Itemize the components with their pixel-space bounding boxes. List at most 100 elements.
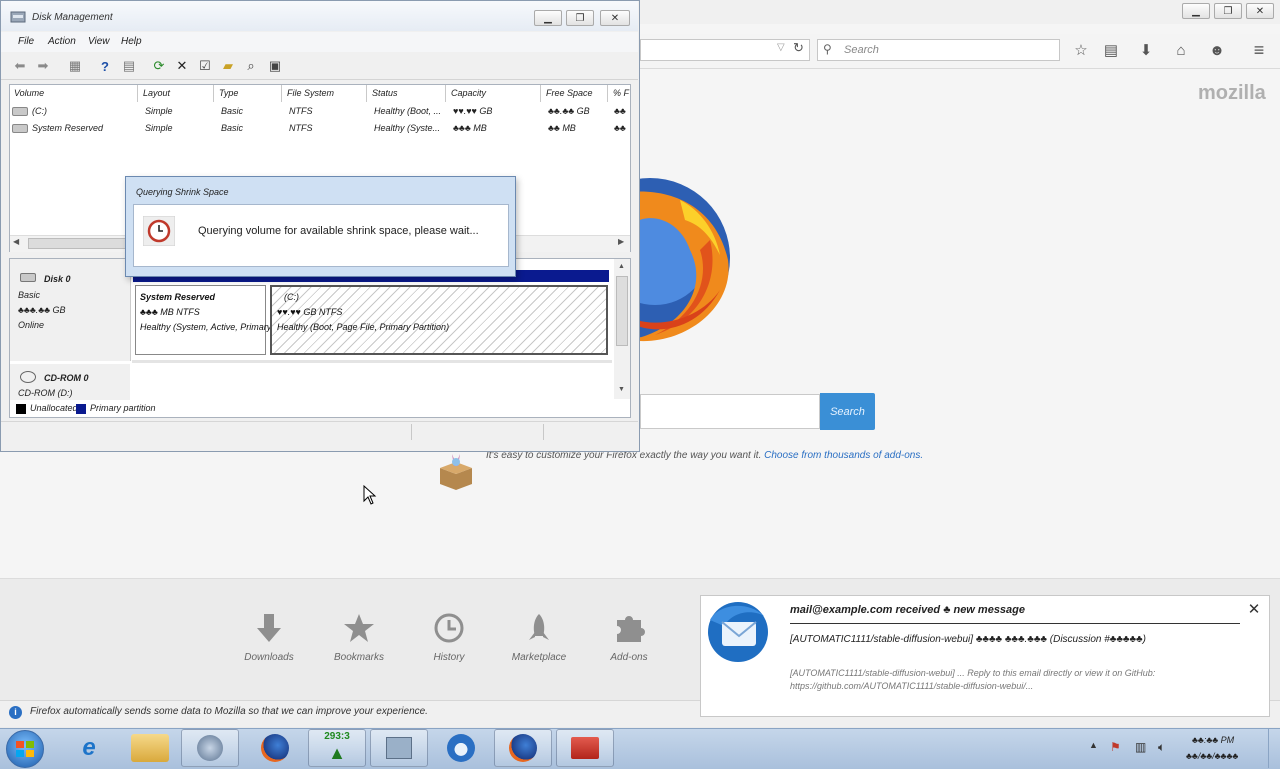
dm-minimize-button[interactable]: ▁	[534, 10, 562, 26]
col-layout[interactable]: Layout	[139, 85, 214, 102]
internet-explorer-icon[interactable]: e	[70, 732, 108, 764]
col-capacity[interactable]: Capacity	[447, 85, 541, 102]
launcher-downloads[interactable]: Downloads	[234, 610, 304, 663]
disk-management-app-icon	[10, 11, 26, 23]
back-icon[interactable]: ⬅	[11, 57, 29, 75]
cell-layout: Simple	[145, 106, 173, 116]
home-icon[interactable]: ⌂	[1171, 41, 1191, 59]
legend-swatch-unallocated	[16, 404, 26, 414]
vertical-scroll-thumb[interactable]	[616, 276, 628, 346]
taskbar-button-firefox[interactable]	[246, 729, 304, 767]
menu-file[interactable]: File	[18, 36, 34, 47]
col-volume[interactable]: Volume	[10, 85, 138, 102]
launcher-marketplace[interactable]: Marketplace	[504, 610, 574, 663]
search-field[interactable]: Search	[817, 39, 1060, 61]
file-explorer-icon[interactable]	[131, 734, 169, 762]
dm-close-button[interactable]: ✕	[600, 10, 630, 26]
help-icon[interactable]: ?	[96, 57, 114, 75]
forward-icon[interactable]: ➡	[34, 57, 52, 75]
home-search-button[interactable]: Search	[820, 393, 875, 430]
col-free-space[interactable]: Free Space	[542, 85, 608, 102]
col-file-system[interactable]: File System	[283, 85, 367, 102]
volume-icon[interactable]: 🔈︎	[1158, 740, 1165, 755]
dropdown-arrow-icon[interactable]: ▽	[777, 42, 785, 53]
clock-date[interactable]: ♣♣/♣♣/♣♣♣♣	[1186, 751, 1238, 761]
settings-icon[interactable]: ▣	[266, 57, 284, 75]
properties-icon[interactable]: ▤	[120, 57, 138, 75]
horizontal-scroll-thumb[interactable]	[28, 238, 128, 249]
scroll-right-icon[interactable]: ▶	[618, 237, 624, 246]
checklist-icon[interactable]: ☑	[196, 57, 214, 75]
show-desktop-button[interactable]	[1268, 729, 1280, 768]
disk-management-icon	[386, 737, 412, 759]
firefox-minimize-button[interactable]: ▁	[1182, 3, 1210, 19]
start-button[interactable]	[6, 730, 44, 768]
col-type[interactable]: Type	[215, 85, 282, 102]
download-icon	[234, 610, 304, 646]
network-icon[interactable]: ▥	[1135, 740, 1146, 754]
action-center-icon[interactable]: ⚑	[1110, 740, 1121, 754]
disk0-size: ♣♣♣.♣♣ GB	[18, 305, 66, 315]
reading-list-icon[interactable]: ▤	[1101, 41, 1121, 59]
taskbar-button-thunderbird[interactable]	[432, 729, 490, 767]
home-search-input[interactable]	[640, 394, 820, 429]
dialog-message: Querying volume for available shrink spa…	[198, 225, 479, 237]
taskbar-badge: 293:3	[324, 731, 350, 742]
refresh-icon[interactable]: ⟳	[150, 57, 168, 75]
menu-view[interactable]: View	[88, 36, 110, 47]
addons-link[interactable]: Choose from thousands of add-ons.	[764, 450, 923, 461]
show-hide-tree-icon[interactable]: ▦	[66, 57, 84, 75]
downloads-icon[interactable]: ⬇	[1136, 41, 1156, 59]
menu-help[interactable]: Help	[121, 36, 142, 47]
taskbar-button-disk-utility[interactable]	[181, 729, 239, 767]
window-title: Disk Management	[32, 12, 113, 23]
delete-icon[interactable]: ✕	[173, 57, 191, 75]
launcher-label: History	[433, 652, 465, 663]
firefox-icon	[509, 734, 537, 762]
bookmark-star-icon[interactable]: ☆	[1071, 41, 1091, 59]
launcher-bookmarks[interactable]: Bookmarks	[324, 610, 394, 663]
star-icon	[324, 610, 394, 646]
scroll-left-icon[interactable]: ◀	[13, 237, 19, 246]
open-folder-icon[interactable]: ▰	[219, 57, 237, 75]
notification-subject: [AUTOMATIC1111/stable-diffusion-webui] ♣…	[790, 634, 1146, 645]
reload-icon[interactable]: ↻	[793, 40, 804, 56]
addon-box-icon	[440, 454, 472, 490]
part1-name: System Reserved	[140, 292, 216, 302]
puzzle-icon	[594, 610, 664, 646]
notification-close-icon[interactable]: ✕	[1246, 602, 1262, 618]
taskbar-button-toolbox[interactable]	[556, 729, 614, 767]
tray-expand-icon[interactable]: ▲	[1089, 740, 1098, 750]
scroll-up-icon[interactable]: ▲	[618, 263, 625, 270]
col-percent-free[interactable]: % F	[609, 85, 630, 102]
taskbar-button-clock[interactable]: 293:3 ▲	[308, 729, 366, 767]
search-icon: ⚲	[823, 42, 832, 56]
launcher-history[interactable]: History	[414, 610, 484, 663]
taskbar-button-disk-management[interactable]	[370, 729, 428, 767]
toolbox-icon	[571, 737, 599, 759]
launcher-addons[interactable]: Add-ons	[594, 610, 664, 663]
search-disk-icon[interactable]: ⌕	[242, 57, 260, 75]
mozilla-wordmark: mozilla	[1198, 82, 1266, 104]
url-bar[interactable]: ▽ ↻	[640, 39, 810, 61]
taskbar-button-firefox-active[interactable]	[494, 729, 552, 767]
part2-size: ♥♥.♥♥ GB NTFS	[277, 307, 343, 317]
menu-action[interactable]: Action	[48, 36, 76, 47]
firefox-restore-button[interactable]: ❐	[1214, 3, 1242, 19]
launcher-label: Marketplace	[511, 652, 567, 663]
launcher-label: Downloads	[244, 652, 294, 663]
clock-time[interactable]: ♣♣:♣♣ PM	[1192, 735, 1234, 745]
dm-maximize-button[interactable]: ❐	[566, 10, 594, 26]
scroll-down-icon[interactable]: ▼	[618, 386, 625, 393]
clock-icon	[414, 610, 484, 646]
disk-utility-icon	[197, 735, 223, 761]
col-status[interactable]: Status	[368, 85, 446, 102]
chat-icon[interactable]: ☻	[1207, 41, 1227, 59]
partition-c-drive[interactable]	[270, 285, 608, 355]
rocket-icon	[504, 610, 574, 646]
disk0-type: Basic	[18, 290, 41, 300]
cdrom-name: CD-ROM 0	[44, 373, 89, 383]
disk0-state: Online	[18, 320, 45, 330]
menu-icon[interactable]: ≡	[1249, 40, 1269, 60]
firefox-close-button[interactable]: ✕	[1246, 3, 1274, 19]
